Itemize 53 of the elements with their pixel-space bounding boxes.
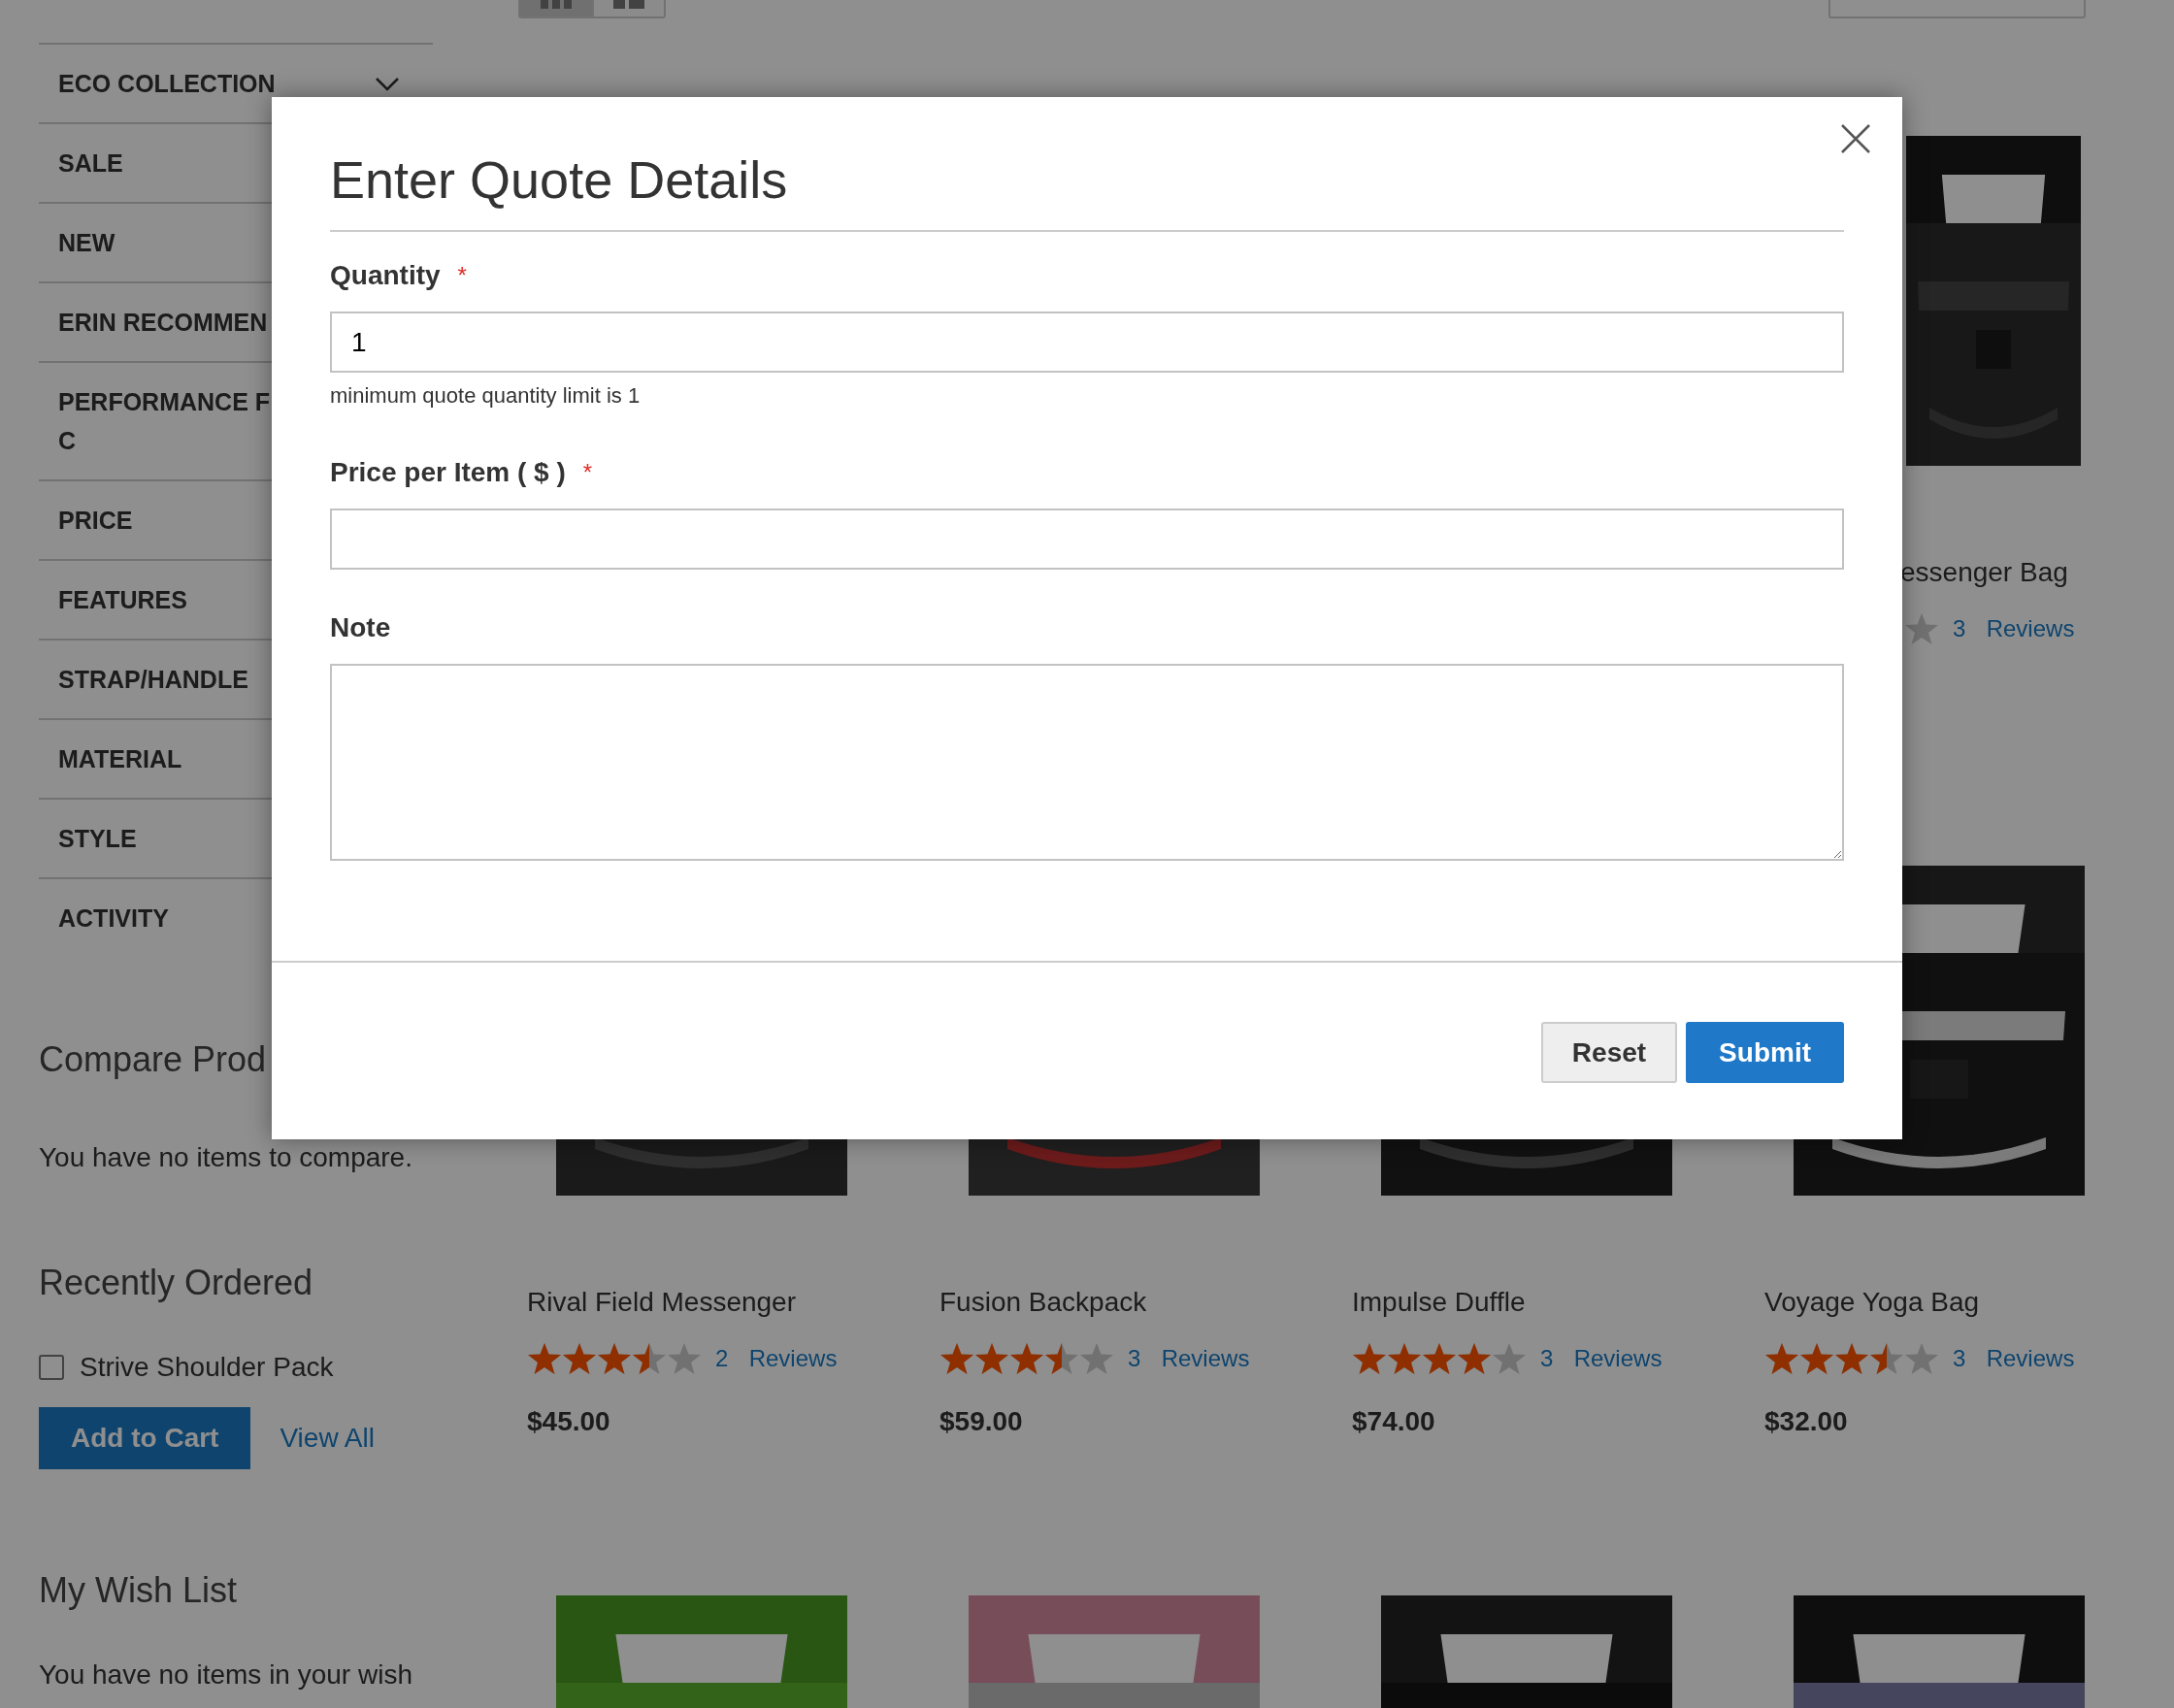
reviews-link[interactable]: 3 Reviews — [1128, 1345, 1250, 1372]
star-icon — [939, 1342, 974, 1375]
star-icon — [1009, 1342, 1044, 1375]
product-price: $32.00 — [1764, 1405, 1849, 1438]
star-icon — [1387, 1342, 1422, 1375]
star-icon — [562, 1342, 597, 1375]
dialog-title: Enter Quote Details — [330, 146, 1844, 232]
star-icon — [1079, 1342, 1114, 1375]
star-icon — [974, 1342, 1009, 1375]
star-icon — [1492, 1342, 1527, 1375]
view-all-link[interactable]: View All — [280, 1423, 375, 1454]
star-icon — [1352, 1342, 1387, 1375]
product-name[interactable]: Impulse Duffle — [1352, 1283, 1764, 1322]
reviews-link[interactable]: 3 Reviews — [1540, 1345, 1663, 1372]
star-icon — [1422, 1342, 1457, 1375]
reset-button[interactable]: Reset — [1540, 1022, 1678, 1083]
block-title: Recently Ordered — [39, 1262, 314, 1304]
checkbox[interactable] — [39, 1355, 64, 1380]
input-field[interactable] — [330, 509, 1844, 570]
star-icon — [527, 1342, 562, 1375]
product-name[interactable]: Voyage Yoga Bag — [1764, 1283, 2174, 1322]
star-icon — [1869, 1342, 1904, 1375]
list-icon — [613, 0, 644, 9]
star-icon — [667, 1342, 702, 1375]
product-price: $74.00 — [1352, 1405, 1436, 1438]
star-icon — [1457, 1342, 1492, 1375]
star-icon — [1799, 1342, 1834, 1375]
star-icon — [1904, 612, 1939, 645]
reviews-link[interactable]: 3 Reviews — [1953, 1345, 2075, 1372]
submit-button[interactable]: Submit — [1686, 1022, 1844, 1083]
star-icon — [1904, 1342, 1939, 1375]
star-icon — [1764, 1342, 1799, 1375]
input-field[interactable]: 1 — [330, 312, 1844, 373]
add-to-cart-button[interactable]: Add to Cart — [39, 1407, 251, 1469]
required-mark: * — [457, 261, 467, 290]
block-title: My Wish List — [39, 1569, 238, 1612]
empty-message: You have no items in your wish — [39, 1659, 413, 1692]
block-title: Compare Prod — [39, 1038, 268, 1081]
reviews-link[interactable]: 2 Reviews — [715, 1345, 838, 1372]
required-mark: * — [582, 458, 593, 487]
product-name[interactable]: Rival Field Messenger — [527, 1283, 939, 1322]
empty-message: You have no items to compare. — [39, 1142, 413, 1173]
star-icon — [632, 1342, 667, 1375]
reviews-link[interactable]: 3 Reviews — [1953, 615, 2075, 642]
item-name: Strive Shoulder Pack — [80, 1351, 334, 1384]
star-icon — [597, 1342, 632, 1375]
note-field[interactable] — [330, 664, 1844, 861]
grid-icon — [541, 0, 572, 9]
product-price: $45.00 — [527, 1405, 611, 1438]
star-icon — [1834, 1342, 1869, 1375]
product-price: $59.00 — [939, 1405, 1024, 1438]
product-name[interactable]: Fusion Backpack — [939, 1283, 1352, 1322]
star-icon — [1044, 1342, 1079, 1375]
